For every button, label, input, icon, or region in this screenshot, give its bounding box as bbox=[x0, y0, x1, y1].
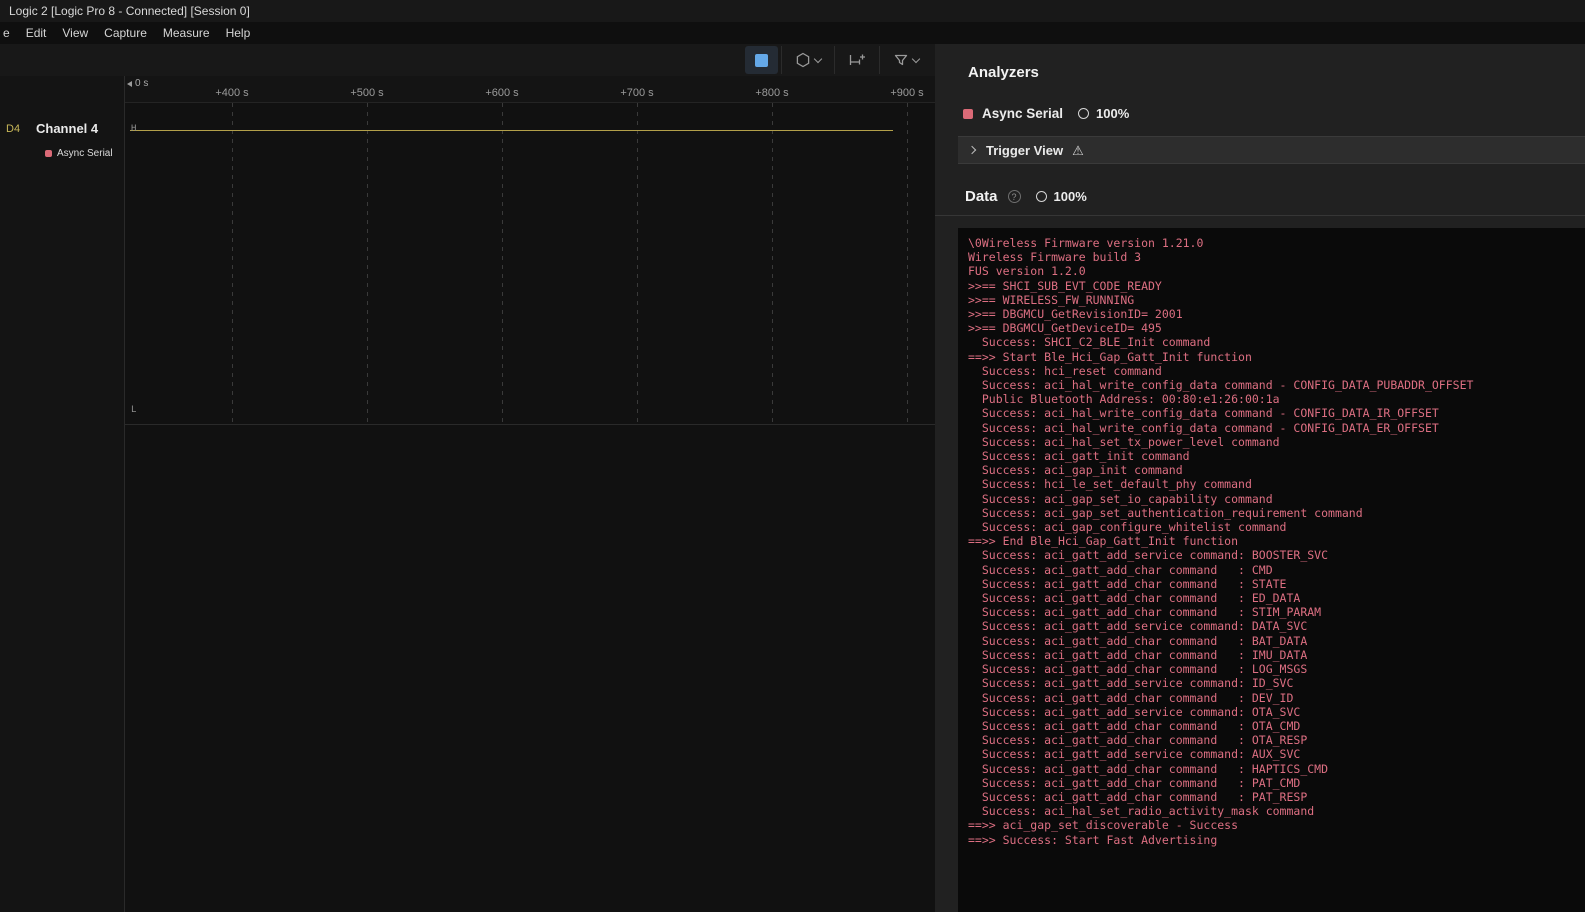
filter-flag-icon bbox=[893, 52, 909, 68]
gridline bbox=[637, 103, 638, 425]
channel-id-label: D4 bbox=[6, 123, 36, 135]
tick-label: +600 s bbox=[485, 87, 518, 99]
channel-label-row[interactable]: D4 Channel 4 bbox=[6, 121, 98, 136]
tick-label: +700 s bbox=[620, 87, 653, 99]
wave-body[interactable]: H L bbox=[125, 103, 935, 912]
app-window: Logic 2 [Logic Pro 8 - Connected] [Sessi… bbox=[0, 0, 1585, 912]
level-high-label: H bbox=[131, 124, 136, 134]
hexagon-settings-icon bbox=[795, 52, 811, 68]
stop-capture-icon bbox=[755, 54, 768, 67]
trigger-view-toggle[interactable]: Trigger View ⚠ bbox=[958, 136, 1585, 164]
waveform-region: D4 Channel 4 Async Serial 0 s bbox=[0, 76, 935, 912]
tick-label: +800 s bbox=[755, 87, 788, 99]
data-progress: 100% bbox=[1054, 189, 1087, 204]
level-low-label: L bbox=[131, 405, 136, 415]
timeline-origin-marker[interactable]: 0 s bbox=[127, 78, 148, 89]
window-title: Logic 2 [Logic Pro 8 - Connected] [Sessi… bbox=[9, 4, 250, 18]
gridline bbox=[772, 103, 773, 425]
gridline bbox=[907, 103, 908, 425]
origin-label: 0 s bbox=[135, 78, 148, 89]
timeline-and-wave: 0 s +400 s +500 s +600 s +700 s +800 s +900 s… bbox=[125, 76, 935, 912]
tick-label: +500 s bbox=[350, 87, 383, 99]
channel-track[interactable]: H L bbox=[125, 103, 935, 425]
toolbar-separator bbox=[781, 46, 782, 74]
stop-capture-button[interactable] bbox=[745, 46, 778, 74]
channel-panel: D4 Channel 4 Async Serial bbox=[0, 76, 125, 912]
main-content: D4 Channel 4 Async Serial 0 s bbox=[0, 44, 1585, 912]
menu-item-edit[interactable]: Edit bbox=[18, 26, 55, 40]
chevron-down-icon bbox=[814, 54, 822, 62]
gridline bbox=[367, 103, 368, 425]
trigger-view-label: Trigger View bbox=[986, 143, 1063, 158]
chevron-down-icon bbox=[912, 54, 920, 62]
progress-circle-icon bbox=[1036, 191, 1047, 202]
help-icon[interactable]: ? bbox=[1008, 190, 1021, 203]
left-triangle-icon bbox=[127, 81, 132, 87]
menu-item-measure[interactable]: Measure bbox=[155, 26, 218, 40]
capture-toolbar bbox=[0, 44, 935, 76]
toolbar-separator bbox=[879, 46, 880, 74]
sidebar-divider bbox=[935, 215, 1585, 216]
data-title: Data bbox=[965, 188, 998, 205]
channel-analyzer-chip[interactable]: Async Serial bbox=[45, 148, 113, 159]
terminal-output: \0Wireless Firmware version 1.21.0 Wirel… bbox=[958, 228, 1585, 847]
signal-trace bbox=[130, 130, 893, 131]
analyzer-dot-icon bbox=[45, 150, 52, 157]
tick-label: +400 s bbox=[215, 87, 248, 99]
sidebar: Analyzers Async Serial 100% Trigger View… bbox=[935, 44, 1585, 912]
capture-settings-button[interactable] bbox=[785, 46, 831, 74]
channel-name-label: Channel 4 bbox=[36, 121, 98, 136]
menu-item-view[interactable]: View bbox=[54, 26, 96, 40]
capture-area: D4 Channel 4 Async Serial 0 s bbox=[0, 44, 935, 912]
analyzer-chip-label: Async Serial bbox=[57, 148, 113, 159]
toolbar-separator bbox=[834, 46, 835, 74]
analyzer-dot-icon bbox=[963, 109, 973, 119]
tick-label: +900 s bbox=[890, 87, 923, 99]
annotations-button[interactable] bbox=[883, 46, 929, 74]
progress-circle-icon bbox=[1078, 108, 1089, 119]
measure-button[interactable] bbox=[838, 46, 876, 74]
timeline-ruler[interactable]: 0 s +400 s +500 s +600 s +700 s +800 s +900 s bbox=[125, 76, 935, 103]
data-header-row: Data ? 100% bbox=[965, 188, 1585, 205]
menu-item-help[interactable]: Help bbox=[218, 26, 259, 40]
gridline bbox=[502, 103, 503, 425]
menu-bar: eEditViewCaptureMeasureHelp bbox=[0, 22, 1585, 44]
menu-item-capture[interactable]: Capture bbox=[96, 26, 155, 40]
title-bar: Logic 2 [Logic Pro 8 - Connected] [Sessi… bbox=[0, 0, 1585, 22]
warning-icon: ⚠ bbox=[1072, 144, 1084, 157]
analyzer-progress: 100% bbox=[1096, 106, 1129, 121]
menu-item-e[interactable]: e bbox=[0, 26, 18, 40]
data-terminal[interactable]: \0Wireless Firmware version 1.21.0 Wirel… bbox=[958, 228, 1585, 912]
chevron-right-icon bbox=[968, 146, 976, 154]
analyzers-title: Analyzers bbox=[968, 64, 1585, 81]
gridline bbox=[232, 103, 233, 425]
analyzer-name: Async Serial bbox=[982, 106, 1063, 121]
analyzer-list-item[interactable]: Async Serial 100% bbox=[963, 106, 1585, 121]
measure-icon bbox=[848, 52, 866, 68]
